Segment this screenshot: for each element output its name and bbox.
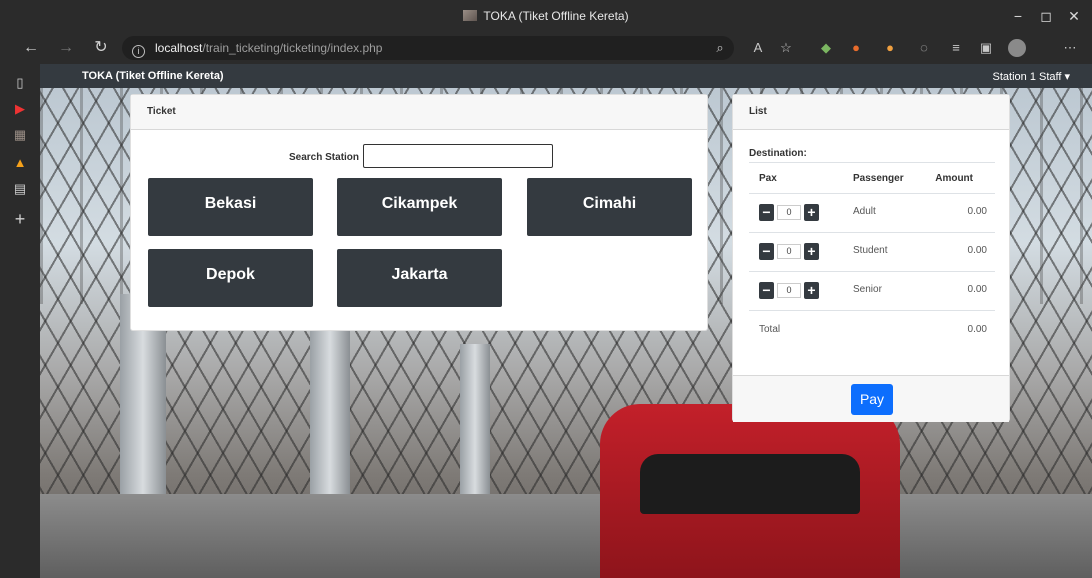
- column-header-amount: Amount: [935, 173, 973, 184]
- passenger-type: Student: [853, 245, 888, 256]
- add-shortcut-icon[interactable]: +: [10, 210, 30, 228]
- browser-toolbar: ← → ↻ i localhost/train_ticketing/ticketi…: [0, 32, 1092, 64]
- collections-icon[interactable]: ▣: [976, 39, 996, 57]
- url-path: /train_ticketing/ticketing/index.php: [202, 41, 383, 55]
- pay-button[interactable]: Pay: [851, 384, 893, 415]
- row-amount: 0.00: [967, 245, 987, 256]
- list-card-header: List: [733, 95, 1009, 130]
- list-card: List Destination: Pax Passenger Amount −…: [732, 94, 1010, 422]
- back-arrow-icon[interactable]: ←: [20, 38, 42, 58]
- pax-value[interactable]: 0: [777, 244, 801, 259]
- window-title: TOKA (Tiket Offline Kereta): [0, 9, 1092, 23]
- table-divider: [749, 193, 995, 194]
- destination-button-jakarta[interactable]: Jakarta: [337, 249, 502, 307]
- address-bar[interactable]: i localhost/train_ticketing/ticketing/ind…: [122, 36, 734, 60]
- column-header-passenger: Passenger: [853, 173, 904, 184]
- read-aloud-icon[interactable]: A: [748, 39, 768, 57]
- extension-icon[interactable]: ◆: [816, 39, 836, 57]
- decrement-button[interactable]: −: [759, 204, 774, 221]
- pax-stepper-senior: − 0 +: [759, 282, 819, 299]
- profile-avatar-icon[interactable]: [1008, 39, 1026, 57]
- ticket-card-header: Ticket: [131, 95, 707, 130]
- extensions-puzzle-icon[interactable]: ◌: [914, 39, 934, 57]
- increment-button[interactable]: +: [804, 204, 819, 221]
- extension-orange-icon[interactable]: ●: [846, 39, 866, 57]
- table-divider: [749, 232, 995, 233]
- decrement-button[interactable]: −: [759, 243, 774, 260]
- platform-floor: [40, 494, 1092, 578]
- total-amount: 0.00: [967, 324, 987, 335]
- site-shortcut-icon[interactable]: ▦: [10, 126, 30, 144]
- restore-button[interactable]: ◻: [1032, 6, 1060, 26]
- site-info-icon[interactable]: i: [132, 45, 145, 58]
- destination-button-cikampek[interactable]: Cikampek: [337, 178, 502, 236]
- increment-button[interactable]: +: [804, 282, 819, 299]
- destination-button-cimahi[interactable]: Cimahi: [527, 178, 692, 236]
- url-host: localhost: [155, 41, 203, 55]
- table-divider: [749, 162, 995, 163]
- user-menu-dropdown[interactable]: Station 1 Staff ▾: [993, 70, 1070, 83]
- favorite-star-icon[interactable]: ☆: [776, 39, 796, 57]
- row-amount: 0.00: [967, 206, 987, 217]
- pax-stepper-student: − 0 +: [759, 243, 819, 260]
- list-card-footer: Pay: [733, 375, 1009, 422]
- increment-button[interactable]: +: [804, 243, 819, 260]
- forward-arrow-icon[interactable]: →: [55, 38, 77, 58]
- more-menu-icon[interactable]: ⋯: [1060, 39, 1080, 57]
- extension-cookie-icon[interactable]: ●: [880, 39, 900, 57]
- row-amount: 0.00: [967, 284, 987, 295]
- youtube-icon[interactable]: ▶: [10, 100, 30, 118]
- search-page-icon[interactable]: ⌕: [710, 39, 730, 57]
- search-station-input[interactable]: [363, 144, 553, 168]
- ticket-card: Ticket Search Station Bekasi Cikampek Ci…: [130, 94, 708, 331]
- calendar-icon[interactable]: ▤: [10, 180, 30, 198]
- table-divider: [749, 271, 995, 272]
- table-divider: [749, 310, 995, 311]
- site-favicon-icon: [463, 10, 478, 21]
- favorites-list-icon[interactable]: ≡: [946, 39, 966, 57]
- window-titlebar: TOKA (Tiket Offline Kereta) − ◻ ✕: [0, 0, 1092, 32]
- pax-value[interactable]: 0: [777, 283, 801, 298]
- decrement-button[interactable]: −: [759, 282, 774, 299]
- destination-label: Destination:: [749, 148, 807, 159]
- pax-stepper-adult: − 0 +: [759, 204, 819, 221]
- passenger-type: Adult: [853, 206, 876, 217]
- browser-sidebar: ▯ ▶ ▦ ▲ ▤ +: [0, 64, 40, 578]
- train-image: [600, 404, 900, 578]
- tabs-panel-icon[interactable]: ▯: [10, 74, 30, 92]
- passenger-type: Senior: [853, 284, 882, 295]
- app-brand[interactable]: TOKA (Tiket Offline Kereta): [82, 70, 224, 82]
- search-station-label: Search Station: [289, 152, 360, 163]
- destination-button-depok[interactable]: Depok: [148, 249, 313, 307]
- refresh-icon[interactable]: ↻: [90, 38, 112, 58]
- minimize-button[interactable]: −: [1004, 6, 1032, 26]
- top-navbar: TOKA (Tiket Offline Kereta) Station 1 St…: [40, 64, 1092, 88]
- pax-value[interactable]: 0: [777, 205, 801, 220]
- destination-button-bekasi[interactable]: Bekasi: [148, 178, 313, 236]
- column-header-pax: Pax: [759, 173, 777, 184]
- page-content: TOKA (Tiket Offline Kereta) Station 1 St…: [40, 64, 1092, 578]
- total-label: Total: [759, 324, 781, 335]
- close-window-button[interactable]: ✕: [1060, 6, 1088, 26]
- app-shortcut-icon[interactable]: ▲: [10, 154, 30, 172]
